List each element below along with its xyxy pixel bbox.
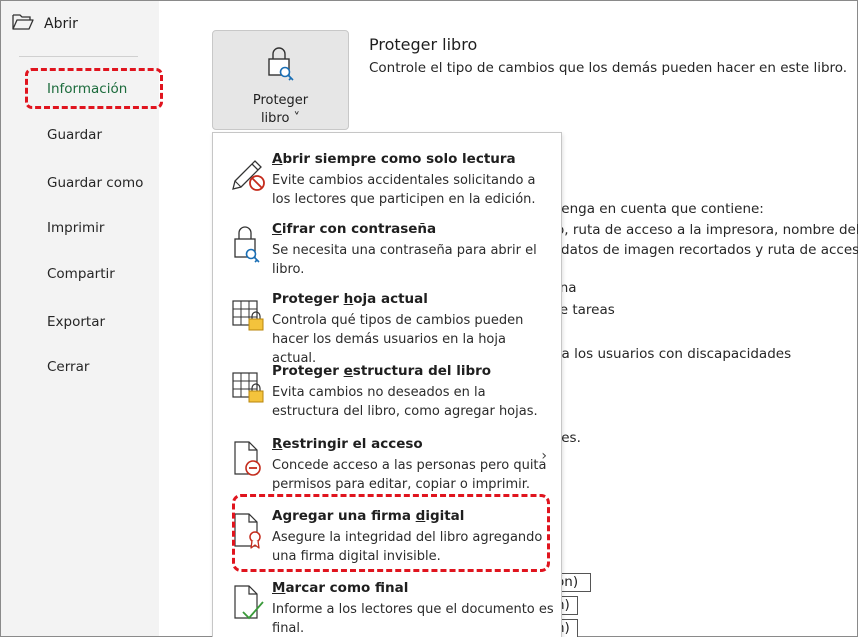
chevron-right-icon: › — [541, 448, 547, 464]
lock-key-icon — [265, 45, 297, 89]
sidebar-item-close[interactable]: Cerrar — [47, 359, 89, 375]
sidebar-item-open[interactable]: Abrir — [11, 13, 78, 35]
info-text-line: ra los usuarios con discapacidades — [556, 346, 792, 362]
protect-title: Proteger libro — [369, 35, 478, 54]
protect-description: Controle el tipo de cambios que los demá… — [369, 60, 848, 76]
menu-item-protect-sheet[interactable]: Proteger hoja actual Controla qué tipos … — [213, 281, 561, 366]
menu-item-title: Proteger hoja actual — [272, 291, 428, 307]
sidebar-item-label: Abrir — [44, 16, 78, 32]
menu-item-protect-structure[interactable]: Proteger estructura del libro Evita camb… — [213, 353, 561, 423]
sidebar-item-export[interactable]: Exportar — [47, 314, 105, 330]
info-text-line: o, ruta de acceso a la impresora, nombre… — [556, 222, 858, 238]
sidebar-item-print[interactable]: Imprimir — [47, 220, 104, 236]
menu-item-title: Marcar como final — [272, 580, 409, 596]
menu-item-title: Proteger estructura del libro — [272, 363, 492, 379]
sheet-lock-icon — [229, 291, 269, 335]
menu-item-description: Concede acceso a las personas pero quita… — [272, 458, 547, 492]
pencil-no-edit-icon — [229, 151, 269, 195]
menu-item-description: Evita cambios no deseados en la estructu… — [272, 385, 538, 419]
menu-item-mark-final[interactable]: Marcar como final Informe a los lectores… — [213, 570, 561, 637]
menu-item-description: Se necesita una contraseña para abrir el… — [272, 243, 537, 277]
lock-key-icon — [229, 221, 269, 265]
menu-item-restrict-access[interactable]: Restringir el acceso Concede acceso a la… — [213, 426, 561, 496]
sidebar-item-save-as[interactable]: Guardar como — [47, 175, 143, 191]
highlight-digital-signature-annotation — [232, 494, 550, 572]
protect-workbook-button[interactable]: Proteger libro ˅ — [212, 30, 349, 130]
sidebar-item-share[interactable]: Compartir — [47, 266, 115, 282]
folder-open-icon — [11, 13, 35, 35]
highlight-info-annotation — [25, 68, 163, 109]
menu-item-title: Cifrar con contraseña — [272, 221, 437, 237]
menu-item-description: Informe a los lectores que el documento … — [272, 602, 554, 636]
menu-item-description: Evite cambios accidentales solicitando a… — [272, 173, 536, 207]
info-text-line: tenga en cuenta que contiene: — [556, 201, 764, 217]
menu-item-title: Restringir el acceso — [272, 436, 423, 452]
info-text-line: datos de imagen recortados y ruta de acc… — [561, 242, 858, 258]
protect-button-sublabel: libro ˅ — [260, 111, 301, 126]
menu-item-title: Abrir siempre como solo lectura — [272, 151, 516, 167]
info-text-line: le tareas — [556, 302, 615, 318]
sidebar-divider — [19, 56, 138, 57]
menu-item-encrypt-password[interactable]: Cifrar con contraseña Se necesita una co… — [213, 211, 561, 281]
sidebar-item-save[interactable]: Guardar — [47, 127, 102, 143]
menu-item-always-read-only[interactable]: Abrir siempre como solo lectura Evite ca… — [213, 141, 561, 211]
mark-final-icon — [229, 580, 269, 624]
protect-button-label: Proteger — [252, 93, 309, 108]
restrict-access-icon — [229, 436, 269, 480]
workbook-lock-icon — [229, 363, 269, 407]
